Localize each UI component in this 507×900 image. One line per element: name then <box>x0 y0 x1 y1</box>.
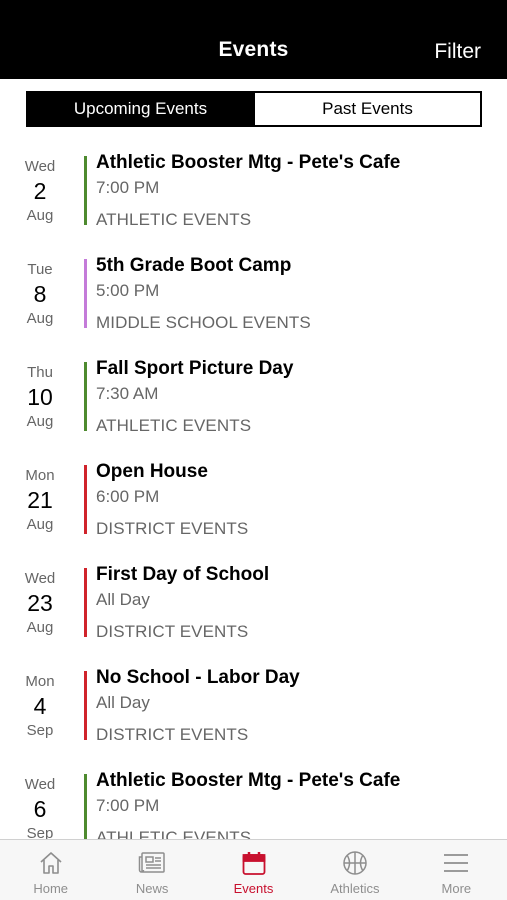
calendar-icon <box>239 849 269 877</box>
event-month: Sep <box>26 825 54 839</box>
tab-athletics[interactable]: Athletics <box>304 840 405 900</box>
event-item[interactable]: Mon 21 Aug Open House 6:00 PM DISTRICT E… <box>0 459 507 562</box>
event-date: Tue 8 Aug <box>10 253 70 327</box>
event-weekday: Wed <box>24 776 56 793</box>
event-item[interactable]: Tue 8 Aug 5th Grade Boot Camp 5:00 PM MI… <box>0 253 507 356</box>
category-color-bar <box>84 156 87 225</box>
event-day: 8 <box>33 281 47 307</box>
event-time: 7:00 PM <box>96 796 160 815</box>
category-color-bar <box>84 362 87 431</box>
event-date: Wed 6 Sep <box>10 768 70 839</box>
event-title: Open House <box>96 461 208 482</box>
page-title: Events <box>218 38 289 61</box>
event-title: Fall Sport Picture Day <box>96 358 294 379</box>
event-info: Athletic Booster Mtg - Pete's Cafe 7:00 … <box>96 770 497 839</box>
filter-button[interactable]: Filter <box>434 40 481 64</box>
event-item[interactable]: Wed 23 Aug First Day of School All Day D… <box>0 562 507 665</box>
event-title: Athletic Booster Mtg - Pete's Cafe <box>96 152 401 173</box>
event-month: Aug <box>26 207 54 224</box>
event-day: 6 <box>33 796 47 822</box>
event-day: 21 <box>27 487 53 513</box>
event-category: ATHLETIC EVENTS <box>96 416 252 435</box>
home-icon <box>36 849 66 877</box>
event-item[interactable]: Wed 6 Sep Athletic Booster Mtg - Pete's … <box>0 768 507 839</box>
event-title: First Day of School <box>96 564 270 585</box>
event-category: ATHLETIC EVENTS <box>96 828 252 839</box>
event-category: DISTRICT EVENTS <box>96 519 249 538</box>
event-category: MIDDLE SCHOOL EVENTS <box>96 313 311 332</box>
event-info: Fall Sport Picture Day 7:30 AM ATHLETIC … <box>96 358 497 436</box>
upcoming-events-tab[interactable]: Upcoming Events <box>28 93 253 125</box>
event-category: DISTRICT EVENTS <box>96 725 249 744</box>
event-item[interactable]: Thu 10 Aug Fall Sport Picture Day 7:30 A… <box>0 356 507 459</box>
news-icon <box>137 849 167 877</box>
event-date: Mon 4 Sep <box>10 665 70 739</box>
event-weekday: Tue <box>27 261 53 278</box>
event-title: No School - Labor Day <box>96 667 300 688</box>
event-date: Wed 23 Aug <box>10 562 70 636</box>
event-weekday: Mon <box>25 673 55 690</box>
event-weekday: Thu <box>27 364 53 381</box>
event-day: 4 <box>33 693 47 719</box>
event-date: Mon 21 Aug <box>10 459 70 533</box>
bottom-tab-bar: Home News Events Athletics More <box>0 839 507 900</box>
event-time: 5:00 PM <box>96 281 160 300</box>
past-events-tab[interactable]: Past Events <box>253 93 480 125</box>
tab-home[interactable]: Home <box>0 840 101 900</box>
event-month: Aug <box>26 619 54 636</box>
tab-label: Athletics <box>330 881 380 896</box>
events-segmented-control: Upcoming Events Past Events <box>26 91 482 127</box>
event-category: ATHLETIC EVENTS <box>96 210 252 229</box>
event-time: All Day <box>96 590 150 609</box>
category-color-bar <box>84 568 87 637</box>
tab-more[interactable]: More <box>406 840 507 900</box>
category-color-bar <box>84 259 87 328</box>
event-info: 5th Grade Boot Camp 5:00 PM MIDDLE SCHOO… <box>96 255 497 333</box>
tab-label: News <box>135 881 169 896</box>
event-time: 6:00 PM <box>96 487 160 506</box>
event-day: 23 <box>27 590 53 616</box>
event-month: Aug <box>26 413 54 430</box>
event-date: Wed 2 Aug <box>10 150 70 224</box>
event-info: No School - Labor Day All Day DISTRICT E… <box>96 667 497 745</box>
event-time: 7:30 AM <box>96 384 159 403</box>
event-info: First Day of School All Day DISTRICT EVE… <box>96 564 497 642</box>
event-title: 5th Grade Boot Camp <box>96 255 292 276</box>
tab-label: Home <box>33 881 69 896</box>
tab-label: More <box>441 881 472 896</box>
event-weekday: Wed <box>24 570 56 587</box>
basketball-icon <box>340 849 370 877</box>
category-color-bar <box>84 774 87 839</box>
event-info: Open House 6:00 PM DISTRICT EVENTS <box>96 461 497 539</box>
event-date: Thu 10 Aug <box>10 356 70 430</box>
event-item[interactable]: Wed 2 Aug Athletic Booster Mtg - Pete's … <box>0 150 507 253</box>
event-info: Athletic Booster Mtg - Pete's Cafe 7:00 … <box>96 152 497 230</box>
event-month: Aug <box>26 516 54 533</box>
event-day: 2 <box>33 178 47 204</box>
category-color-bar <box>84 671 87 740</box>
event-weekday: Mon <box>25 467 55 484</box>
event-time: All Day <box>96 693 150 712</box>
event-time: 7:00 PM <box>96 178 160 197</box>
tab-label: Events <box>233 881 274 896</box>
event-month: Aug <box>26 310 54 327</box>
tab-events[interactable]: Events <box>203 840 304 900</box>
event-weekday: Wed <box>24 158 56 175</box>
app-header: Events Filter <box>0 0 507 79</box>
category-color-bar <box>84 465 87 534</box>
event-item[interactable]: Mon 4 Sep No School - Labor Day All Day … <box>0 665 507 768</box>
tab-news[interactable]: News <box>101 840 202 900</box>
event-title: Athletic Booster Mtg - Pete's Cafe <box>96 770 401 791</box>
event-category: DISTRICT EVENTS <box>96 622 249 641</box>
event-month: Sep <box>26 722 54 739</box>
event-day: 10 <box>27 384 53 410</box>
menu-icon <box>441 849 471 877</box>
events-list[interactable]: Wed 2 Aug Athletic Booster Mtg - Pete's … <box>0 150 507 839</box>
